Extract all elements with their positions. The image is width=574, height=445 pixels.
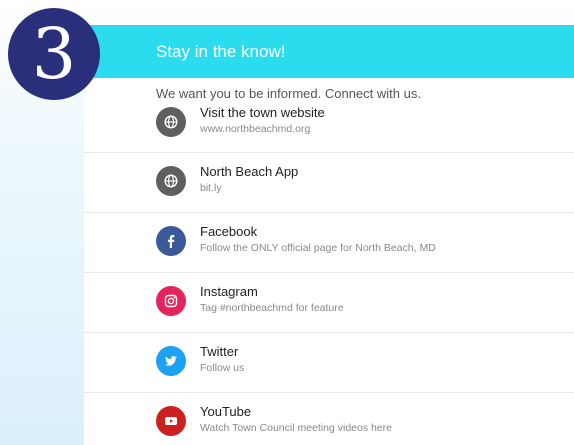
twitter-icon — [156, 346, 186, 376]
instagram-icon — [156, 286, 186, 316]
link-text: Twitter Follow us — [200, 344, 564, 376]
link-title: Instagram — [200, 284, 258, 299]
link-title: Visit the town website — [200, 105, 325, 120]
link-text: Facebook Follow the ONLY official page fo… — [200, 224, 564, 256]
link-item-visit-the-town-website[interactable]: Visit the town website www.northbeachmd.o… — [84, 101, 574, 153]
link-subtitle: www.northbeachmd.org — [200, 123, 311, 135]
link-subtitle: bit.ly — [200, 182, 222, 194]
link-title: Twitter — [200, 344, 239, 359]
connect-panel: Stay in the know! We want you to be info… — [84, 25, 574, 445]
link-text: Visit the town website www.northbeachmd.o… — [200, 105, 564, 137]
link-item-youtube[interactable]: YouTube Watch Town Council meeting videos… — [84, 393, 574, 445]
globe-icon — [156, 166, 186, 196]
link-item-facebook[interactable]: Facebook Follow the ONLY official page fo… — [84, 213, 574, 273]
link-item-north-beach-app[interactable]: North Beach App bit.ly — [84, 153, 574, 213]
link-title: North Beach App — [200, 164, 299, 179]
link-item-instagram[interactable]: Instagram Tag #northbeachmd for feature — [84, 273, 574, 333]
link-item-twitter[interactable]: Twitter Follow us — [84, 333, 574, 393]
facebook-icon — [156, 226, 186, 256]
link-subtitle: Tag #northbeachmd for feature — [200, 302, 344, 314]
link-text: YouTube Watch Town Council meeting videos… — [200, 404, 564, 436]
link-subtitle: Follow us — [200, 362, 245, 374]
step-number: 3 — [31, 13, 77, 95]
link-subtitle: Watch Town Council meeting videos here — [200, 422, 393, 434]
link-title: Facebook — [200, 224, 258, 239]
link-subtitle: Follow the ONLY official page for North … — [200, 242, 436, 254]
step-number-badge: 3 — [8, 8, 100, 100]
intro-text: We want you to be informed. Connect with… — [156, 86, 421, 101]
link-list: Visit the town website www.northbeachmd.o… — [84, 101, 574, 445]
link-text: Instagram Tag #northbeachmd for feature — [200, 284, 564, 316]
globe-icon — [156, 107, 186, 137]
panel-header: Stay in the know! — [84, 25, 574, 78]
panel-title: Stay in the know! — [156, 41, 286, 61]
youtube-icon — [156, 406, 186, 436]
link-text: North Beach App bit.ly — [200, 164, 564, 196]
link-title: YouTube — [200, 404, 252, 419]
